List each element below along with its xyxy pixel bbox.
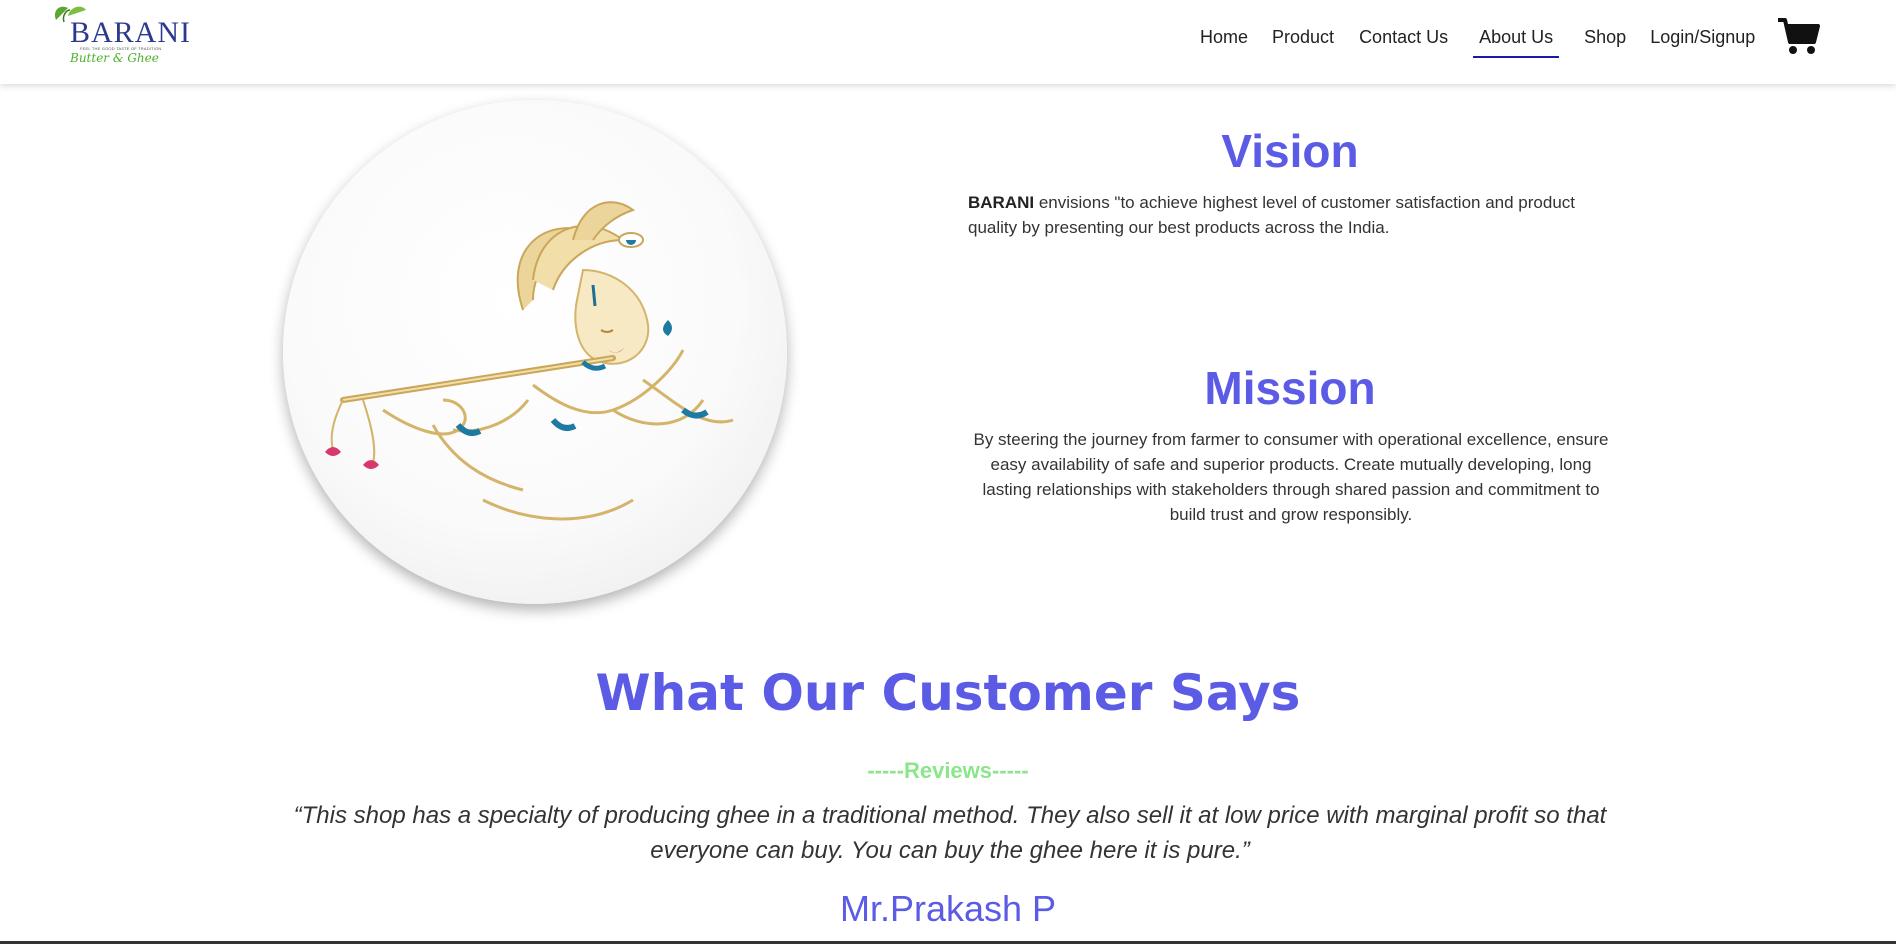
vision-brand-name: BARANI bbox=[968, 193, 1035, 212]
vision-title: Vision bbox=[1221, 125, 1359, 177]
brand-name: BARANI bbox=[70, 16, 192, 49]
nav-product[interactable]: Product bbox=[1272, 27, 1334, 48]
shopping-cart-icon[interactable] bbox=[1776, 16, 1820, 63]
reviewer-name: Mr.Prakash P bbox=[839, 888, 1057, 929]
nav-shop[interactable]: Shop bbox=[1584, 27, 1626, 48]
mission-text: By steering the journey from farmer to c… bbox=[973, 430, 1609, 524]
vision-text: BARANI envisions "to achieve highest lev… bbox=[968, 190, 1608, 240]
nav-home[interactable]: Home bbox=[1200, 27, 1248, 48]
brand-logo[interactable]: BARANI FEEL THE GOOD TASTE OF TRADITION … bbox=[50, 2, 190, 68]
krishna-illustration bbox=[283, 100, 787, 604]
review-quote: “This shop has a specialty of producing … bbox=[293, 802, 1607, 864]
reviews-label: -----Reviews----- bbox=[867, 758, 1029, 783]
vision-body: envisions "to achieve highest level of c… bbox=[968, 193, 1575, 237]
brand-subtitle: Butter & Ghee bbox=[70, 51, 159, 65]
main-nav: Home Product Contact Us About Us Shop Lo… bbox=[1200, 27, 1755, 58]
mission-title: Mission bbox=[1204, 362, 1376, 414]
top-navbar: BARANI FEEL THE GOOD TASTE OF TRADITION … bbox=[0, 0, 1896, 84]
testimonials-title: What Our Customer Says bbox=[595, 664, 1301, 722]
nav-login-signup[interactable]: Login/Signup bbox=[1650, 27, 1755, 48]
nav-contact-us[interactable]: Contact Us bbox=[1359, 27, 1448, 48]
nav-about-us[interactable]: About Us bbox=[1473, 27, 1560, 58]
